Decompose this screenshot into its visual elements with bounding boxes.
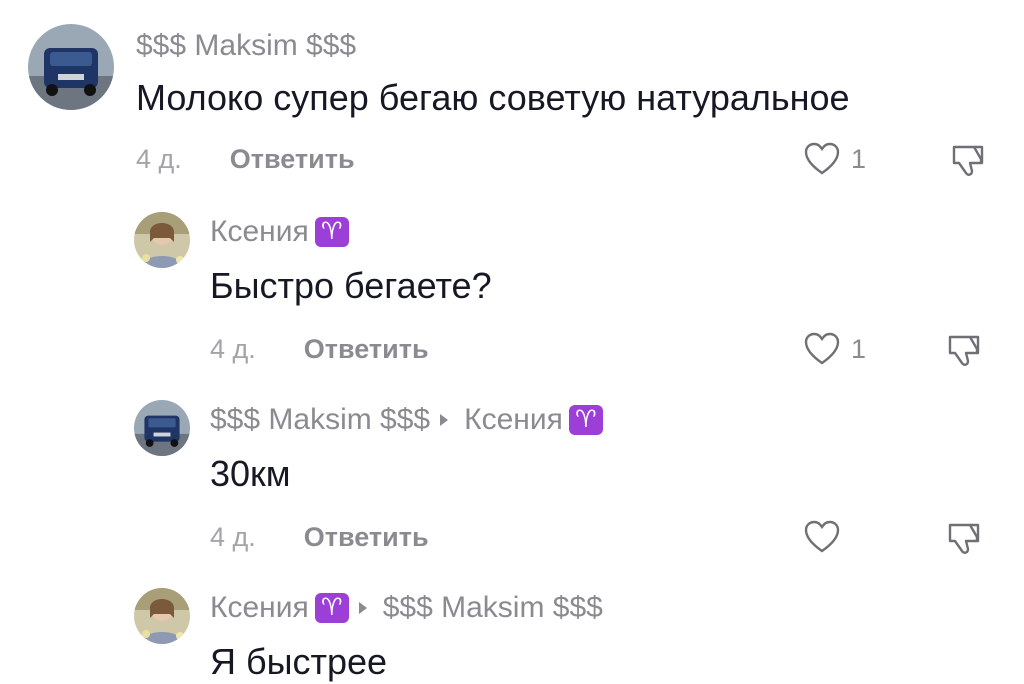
like-button[interactable]: 1 bbox=[803, 142, 866, 176]
comment-author[interactable]: Ксения ♈ bbox=[210, 214, 349, 250]
comment-text: Быстро бегаете? bbox=[210, 265, 492, 306]
reply-button[interactable]: Ответить bbox=[230, 144, 355, 175]
car-avatar-image bbox=[28, 24, 114, 110]
comment-text: 30км bbox=[210, 453, 291, 494]
car-avatar-image bbox=[134, 400, 190, 456]
woman-avatar-image bbox=[134, 588, 190, 644]
dislike-button[interactable] bbox=[944, 331, 984, 371]
avatar[interactable] bbox=[134, 400, 190, 456]
woman-avatar-image bbox=[134, 212, 190, 268]
avatar[interactable] bbox=[134, 212, 190, 268]
comment-time: 4 д. bbox=[136, 144, 182, 174]
aries-emoji: ♈ bbox=[314, 217, 349, 247]
comment-time: 4 д. bbox=[210, 522, 256, 552]
reply-to-name[interactable]: Ксения bbox=[464, 402, 563, 438]
avatar[interactable] bbox=[134, 588, 190, 644]
aries-emoji: ♈ bbox=[314, 593, 349, 623]
comment-meta: 4 д. Ответить bbox=[210, 522, 429, 553]
comment-meta: 4 д. Ответить bbox=[210, 334, 429, 365]
comment-meta: 4 д. Ответить bbox=[136, 144, 355, 175]
like-button[interactable]: 1 bbox=[803, 332, 866, 366]
reply-arrow-icon bbox=[440, 414, 449, 426]
reply-arrow-icon bbox=[358, 602, 367, 614]
dislike-button[interactable] bbox=[944, 519, 984, 559]
dislike-button[interactable] bbox=[948, 141, 988, 181]
thumbs-down-outline-icon bbox=[948, 523, 980, 554]
reply-button[interactable]: Ответить bbox=[304, 522, 429, 553]
thumbs-down-outline-icon bbox=[952, 145, 984, 176]
like-count: 1 bbox=[851, 333, 867, 364]
comment-text: Я быстрее bbox=[210, 641, 388, 682]
thumbs-down-outline-icon bbox=[948, 335, 980, 366]
reply-to-name[interactable]: $$$ Maksim $$$ bbox=[383, 590, 603, 626]
comment-author[interactable]: $$$ Maksim $$$ bbox=[136, 28, 356, 64]
comment-author[interactable]: $$$ Maksim $$$ Ксения ♈ bbox=[210, 402, 603, 438]
comment-text: Молоко супер бегаю советую натуральное bbox=[136, 77, 850, 118]
heart-outline-icon bbox=[804, 142, 840, 175]
author-name[interactable]: $$$ Maksim $$$ bbox=[210, 402, 430, 438]
aries-emoji: ♈ bbox=[568, 405, 603, 435]
like-count: 1 bbox=[851, 143, 867, 174]
author-name[interactable]: Ксения bbox=[210, 214, 309, 250]
like-button[interactable] bbox=[803, 520, 851, 554]
author-name[interactable]: Ксения bbox=[210, 590, 309, 626]
heart-outline-icon bbox=[804, 332, 840, 365]
heart-outline-icon bbox=[804, 520, 840, 553]
avatar[interactable] bbox=[28, 24, 114, 110]
reply-button[interactable]: Ответить bbox=[304, 334, 429, 365]
comment-author[interactable]: Ксения ♈ $$$ Maksim $$$ bbox=[210, 590, 603, 626]
comment-time: 4 д. bbox=[210, 334, 256, 364]
author-name[interactable]: $$$ Maksim $$$ bbox=[136, 28, 356, 64]
